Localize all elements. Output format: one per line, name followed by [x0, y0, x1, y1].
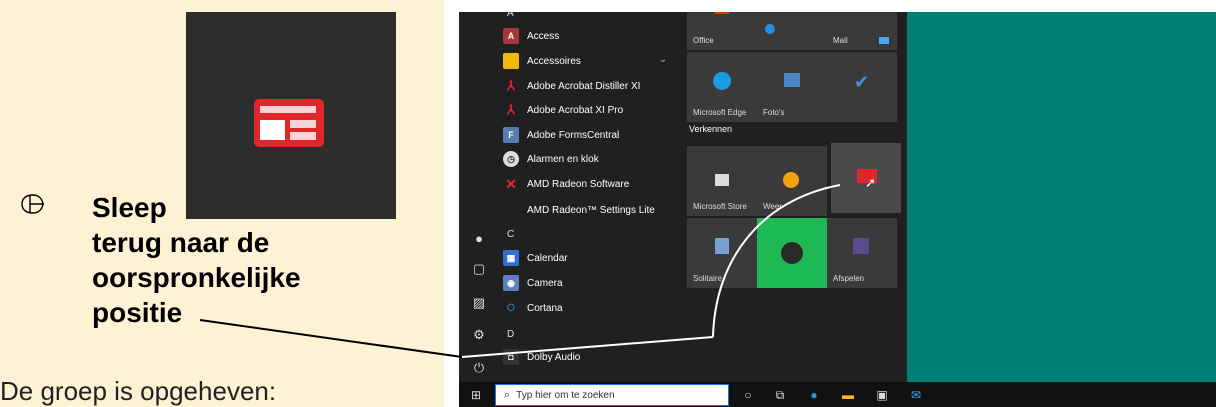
drag-path-curve	[712, 184, 841, 338]
drag-path-line	[461, 336, 714, 358]
callout-lines	[199, 184, 841, 358]
callout-line	[199, 319, 463, 358]
